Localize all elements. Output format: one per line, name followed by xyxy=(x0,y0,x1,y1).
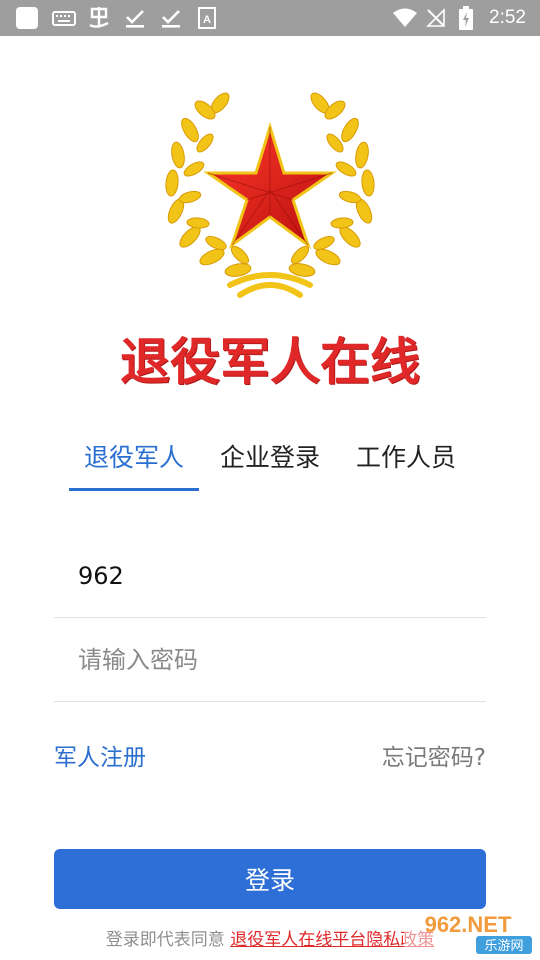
watermark-bottom: 乐游网 xyxy=(484,939,523,954)
login-button[interactable]: 登录 xyxy=(54,849,486,909)
agreement-prefix: 登录即代表同意 xyxy=(105,930,231,950)
form-links: 军人注册 忘记密码? xyxy=(54,738,486,778)
account-input[interactable] xyxy=(78,534,478,618)
register-link[interactable]: 军人注册 xyxy=(54,738,146,772)
app-title: 退役军人在线 xyxy=(120,333,420,391)
tab-veteran[interactable]: 退役军人 xyxy=(69,436,199,486)
font-a-icon: A xyxy=(197,0,217,36)
no-signal-icon xyxy=(426,0,446,36)
wifi-icon xyxy=(392,0,418,36)
account-field xyxy=(54,534,486,618)
tab-enterprise-login[interactable]: 企业登录 xyxy=(205,436,335,486)
emblem-logo xyxy=(165,92,375,298)
chinese-input-icon xyxy=(86,0,112,36)
svg-text:A: A xyxy=(203,14,211,26)
site-watermark: 962.NET 乐游网 xyxy=(404,910,534,954)
keyboard-icon xyxy=(52,0,76,36)
app-square-icon xyxy=(14,0,40,36)
watermark-top: 962.NET xyxy=(425,912,512,937)
status-bar: A 2:52 xyxy=(0,0,540,36)
password-input[interactable] xyxy=(78,618,478,702)
battery-charging-icon xyxy=(458,0,474,36)
status-time: 2:52 xyxy=(489,7,526,28)
download-done-icon xyxy=(160,0,182,36)
forgot-password-link[interactable]: 忘记密码? xyxy=(382,738,486,772)
tab-staff[interactable]: 工作人员 xyxy=(341,436,471,486)
login-tabs: 退役军人 企业登录 工作人员 xyxy=(0,436,540,496)
active-tab-indicator xyxy=(69,488,199,491)
password-field xyxy=(54,618,486,702)
download-done-icon xyxy=(124,0,146,36)
